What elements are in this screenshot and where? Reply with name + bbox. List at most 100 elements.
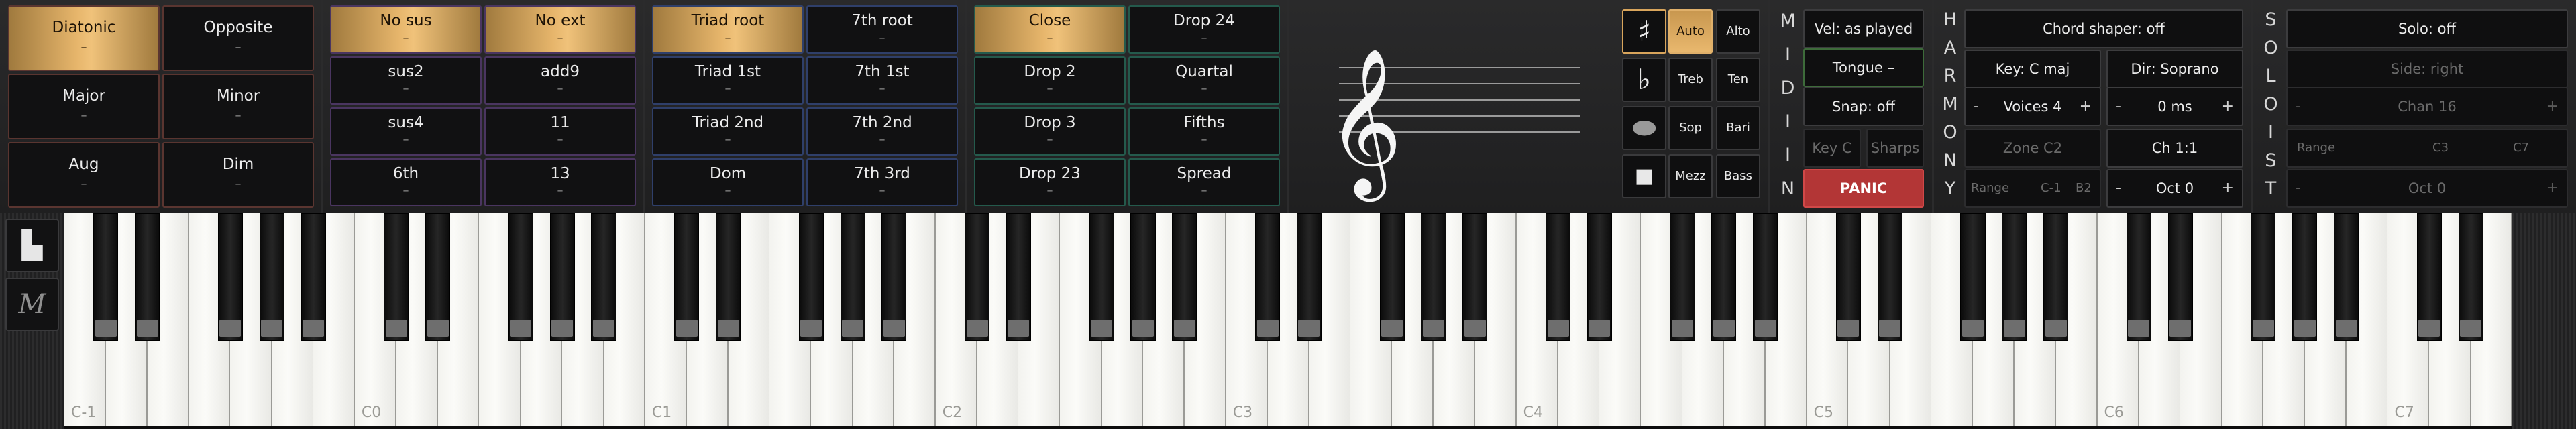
- m-button[interactable]: M: [5, 278, 59, 331]
- black-key[interactable]: [1296, 213, 1322, 341]
- panel3-button-6[interactable]: Dom –: [652, 158, 804, 206]
- panel2-button-0[interactable]: No sus –: [330, 5, 482, 54]
- delay-stepper[interactable]: - 0 ms +: [2106, 87, 2243, 126]
- range-control[interactable]: Range C-1 B2: [1964, 169, 2101, 208]
- delay-plus[interactable]: +: [2222, 88, 2234, 125]
- tenor-clef-button[interactable]: Ten: [1716, 58, 1760, 102]
- chord-shaper-button[interactable]: Chord shaper: off: [1964, 9, 2243, 48]
- black-key[interactable]: [2126, 213, 2151, 341]
- black-key[interactable]: [674, 213, 700, 341]
- black-key[interactable]: [1089, 213, 1114, 341]
- black-key[interactable]: [2458, 213, 2483, 341]
- black-key[interactable]: [1877, 213, 1902, 341]
- black-key[interactable]: [1960, 213, 1986, 341]
- black-key[interactable]: [798, 213, 824, 341]
- octave-plus[interactable]: +: [2222, 170, 2234, 206]
- panel3-button-5[interactable]: 7th 2nd –: [806, 107, 958, 156]
- piano-keyboard[interactable]: C-1 C0 C1 C2 C3 C4 C5 C6 C7: [64, 213, 2513, 429]
- zone-button[interactable]: Zone C2: [1964, 129, 2101, 168]
- treble-clef-button[interactable]: Treb: [1668, 58, 1713, 102]
- voices-minus[interactable]: -: [1974, 88, 1979, 125]
- black-key[interactable]: [2334, 213, 2359, 341]
- tongue-button[interactable]: Tongue –: [1803, 48, 1924, 87]
- black-key[interactable]: [259, 213, 284, 341]
- black-key[interactable]: [2292, 213, 2318, 341]
- range-low[interactable]: C-1: [2041, 170, 2061, 206]
- voices-stepper[interactable]: - Voices 4 +: [1964, 87, 2101, 126]
- solo-button[interactable]: Solo: off: [2286, 9, 2568, 48]
- velocity-button[interactable]: Vel: as played: [1803, 9, 1924, 48]
- panel1-button-2[interactable]: Major –: [8, 74, 160, 139]
- black-key[interactable]: [965, 213, 990, 341]
- black-key[interactable]: [93, 213, 119, 341]
- octave-stepper[interactable]: - Oct 0 +: [2106, 169, 2243, 208]
- black-key[interactable]: [1670, 213, 1695, 341]
- black-key[interactable]: [384, 213, 409, 341]
- panel3-button-4[interactable]: Triad 2nd –: [652, 107, 804, 156]
- panel3-button-3[interactable]: 7th 1st –: [806, 56, 958, 105]
- key-button[interactable]: Key: C maj: [1964, 50, 2101, 88]
- channel-button[interactable]: Ch 1:1: [2106, 129, 2243, 168]
- black-key[interactable]: [591, 213, 616, 341]
- keyboard-mode-button[interactable]: ▙: [5, 219, 59, 272]
- snap-button[interactable]: Snap: off: [1803, 87, 1924, 126]
- black-key[interactable]: [1835, 213, 1861, 341]
- solo-range-control[interactable]: Range C3 C7: [2286, 129, 2568, 168]
- panel4-button-7[interactable]: Spread –: [1128, 158, 1280, 206]
- bass-clef-button[interactable]: Bass: [1716, 154, 1760, 198]
- black-key[interactable]: [301, 213, 326, 341]
- black-key[interactable]: [1711, 213, 1737, 341]
- black-key[interactable]: [1255, 213, 1281, 341]
- range-high[interactable]: B2: [2076, 170, 2092, 206]
- sharp-button[interactable]: ♯: [1622, 9, 1666, 54]
- panel4-button-5[interactable]: Fifths –: [1128, 107, 1280, 156]
- black-key[interactable]: [881, 213, 907, 341]
- alto-clef-button[interactable]: Alto: [1716, 9, 1760, 54]
- mezzo-clef-button[interactable]: Mezz: [1668, 154, 1713, 198]
- solo-channel-stepper[interactable]: - Chan 16 +: [2286, 87, 2568, 126]
- black-key[interactable]: [1421, 213, 1446, 341]
- solo-octave-minus[interactable]: -: [2296, 170, 2301, 206]
- sharps-button[interactable]: Sharps: [1866, 129, 1924, 168]
- black-key[interactable]: [1006, 213, 1032, 341]
- black-key[interactable]: [2167, 213, 2193, 341]
- panel3-button-1[interactable]: 7th root –: [806, 5, 958, 54]
- black-key[interactable]: [2002, 213, 2027, 341]
- solo-range-high[interactable]: C7: [2513, 130, 2529, 166]
- panel1-button-0[interactable]: Diatonic –: [8, 5, 160, 71]
- black-key[interactable]: [1462, 213, 1488, 341]
- panic-button[interactable]: PANIC: [1803, 169, 1924, 208]
- black-key[interactable]: [1130, 213, 1156, 341]
- delay-minus[interactable]: -: [2116, 88, 2121, 125]
- black-key[interactable]: [1753, 213, 1778, 341]
- panel4-button-6[interactable]: Drop 23 –: [974, 158, 1126, 206]
- black-key[interactable]: [135, 213, 160, 341]
- black-key[interactable]: [2251, 213, 2276, 341]
- solo-channel-minus[interactable]: -: [2296, 88, 2301, 125]
- panel1-button-3[interactable]: Minor –: [162, 74, 314, 139]
- panel1-button-5[interactable]: Dim –: [162, 142, 314, 208]
- panel1-button-1[interactable]: Opposite –: [162, 5, 314, 71]
- solo-octave-stepper[interactable]: - Oct 0 +: [2286, 169, 2568, 208]
- side-button[interactable]: Side: right: [2286, 50, 2568, 88]
- flat-button[interactable]: ♭: [1622, 58, 1666, 102]
- solo-channel-plus[interactable]: +: [2546, 88, 2559, 125]
- panel4-button-3[interactable]: Quartal –: [1128, 56, 1280, 105]
- key-c-button[interactable]: Key C: [1803, 129, 1861, 168]
- panel4-button-0[interactable]: Close –: [974, 5, 1126, 54]
- panel3-button-0[interactable]: Triad root –: [652, 5, 804, 54]
- black-key[interactable]: [2043, 213, 2069, 341]
- auto-clef-button[interactable]: Auto: [1668, 9, 1713, 54]
- solo-range-low[interactable]: C3: [2432, 130, 2449, 166]
- direction-button[interactable]: Dir: Soprano: [2106, 50, 2243, 88]
- black-key[interactable]: [1172, 213, 1197, 341]
- soprano-clef-button[interactable]: Sop: [1668, 106, 1713, 150]
- black-key[interactable]: [425, 213, 451, 341]
- panel1-button-4[interactable]: Aug –: [8, 142, 160, 208]
- panel4-button-4[interactable]: Drop 3 –: [974, 107, 1126, 156]
- voices-plus[interactable]: +: [2080, 88, 2092, 125]
- black-key[interactable]: [716, 213, 741, 341]
- panel3-button-7[interactable]: 7th 3rd –: [806, 158, 958, 206]
- panel2-button-5[interactable]: 11 –: [484, 107, 636, 156]
- black-key[interactable]: [1545, 213, 1571, 341]
